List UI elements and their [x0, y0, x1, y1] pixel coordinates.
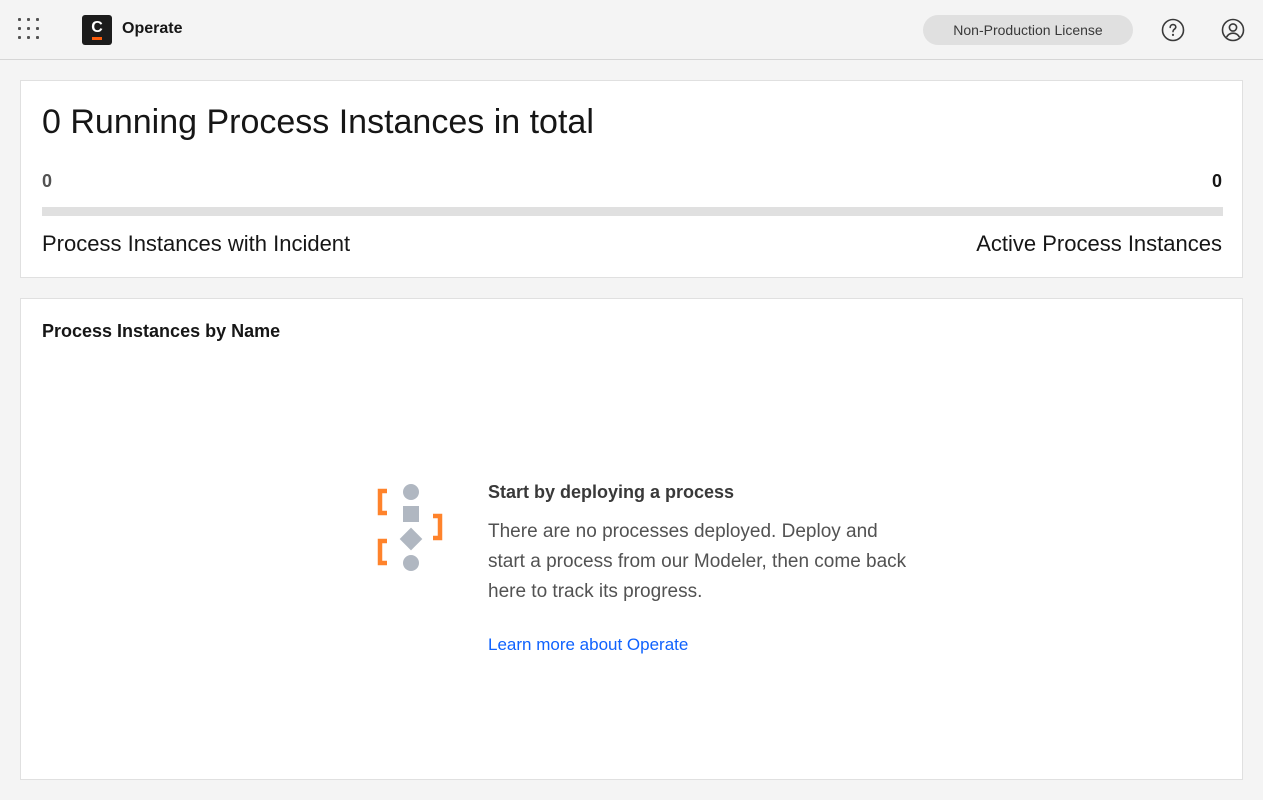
grid-dot: [27, 36, 30, 39]
camunda-logo-icon: C: [82, 15, 112, 45]
grid-dot: [18, 18, 21, 21]
active-instances-label[interactable]: Active Process Instances: [976, 231, 1222, 257]
grid-dot: [18, 36, 21, 39]
instances-by-name-title: Process Instances by Name: [42, 321, 281, 341]
process-diagram-icon: [376, 482, 446, 572]
app-title[interactable]: Operate: [122, 20, 182, 38]
grid-dot: [18, 27, 21, 30]
user-icon-graphic: [1221, 18, 1245, 42]
instances-progress-bar: [42, 207, 1223, 216]
grid-dot: [27, 27, 30, 30]
empty-state-heading: Start by deploying a process: [488, 482, 735, 502]
running-instances-title[interactable]: 0 Running Process Instances in total: [42, 103, 594, 142]
running-instances-summary-card: 0 Running Process Instances in total 0 0…: [20, 80, 1243, 278]
logo-accent-bar: [92, 37, 102, 40]
logo-letter: C: [91, 19, 103, 36]
grid-dot: [36, 18, 39, 21]
license-tag: Non-Production License: [923, 15, 1133, 45]
grid-dot: [27, 18, 30, 21]
grid-icon[interactable]: [18, 18, 44, 44]
top-navigation-bar: C Operate Non-Production License: [0, 0, 1263, 60]
learn-more-link[interactable]: Learn more about Operate: [488, 635, 688, 655]
empty-state-description: There are no processes deployed. Deploy …: [488, 521, 907, 602]
incident-instances-label[interactable]: Process Instances with Incident: [42, 231, 350, 257]
help-icon-graphic: [1161, 18, 1185, 42]
user-icon[interactable]: [1221, 18, 1245, 42]
incident-count[interactable]: 0: [42, 171, 52, 192]
help-icon[interactable]: [1161, 18, 1185, 42]
instances-by-name-card: Process Instances by Name Start by deplo…: [20, 298, 1243, 780]
process-diagram-graphic: [377, 484, 443, 571]
grid-dot: [36, 36, 39, 39]
active-count[interactable]: 0: [1212, 171, 1222, 192]
grid-dot: [36, 27, 39, 30]
